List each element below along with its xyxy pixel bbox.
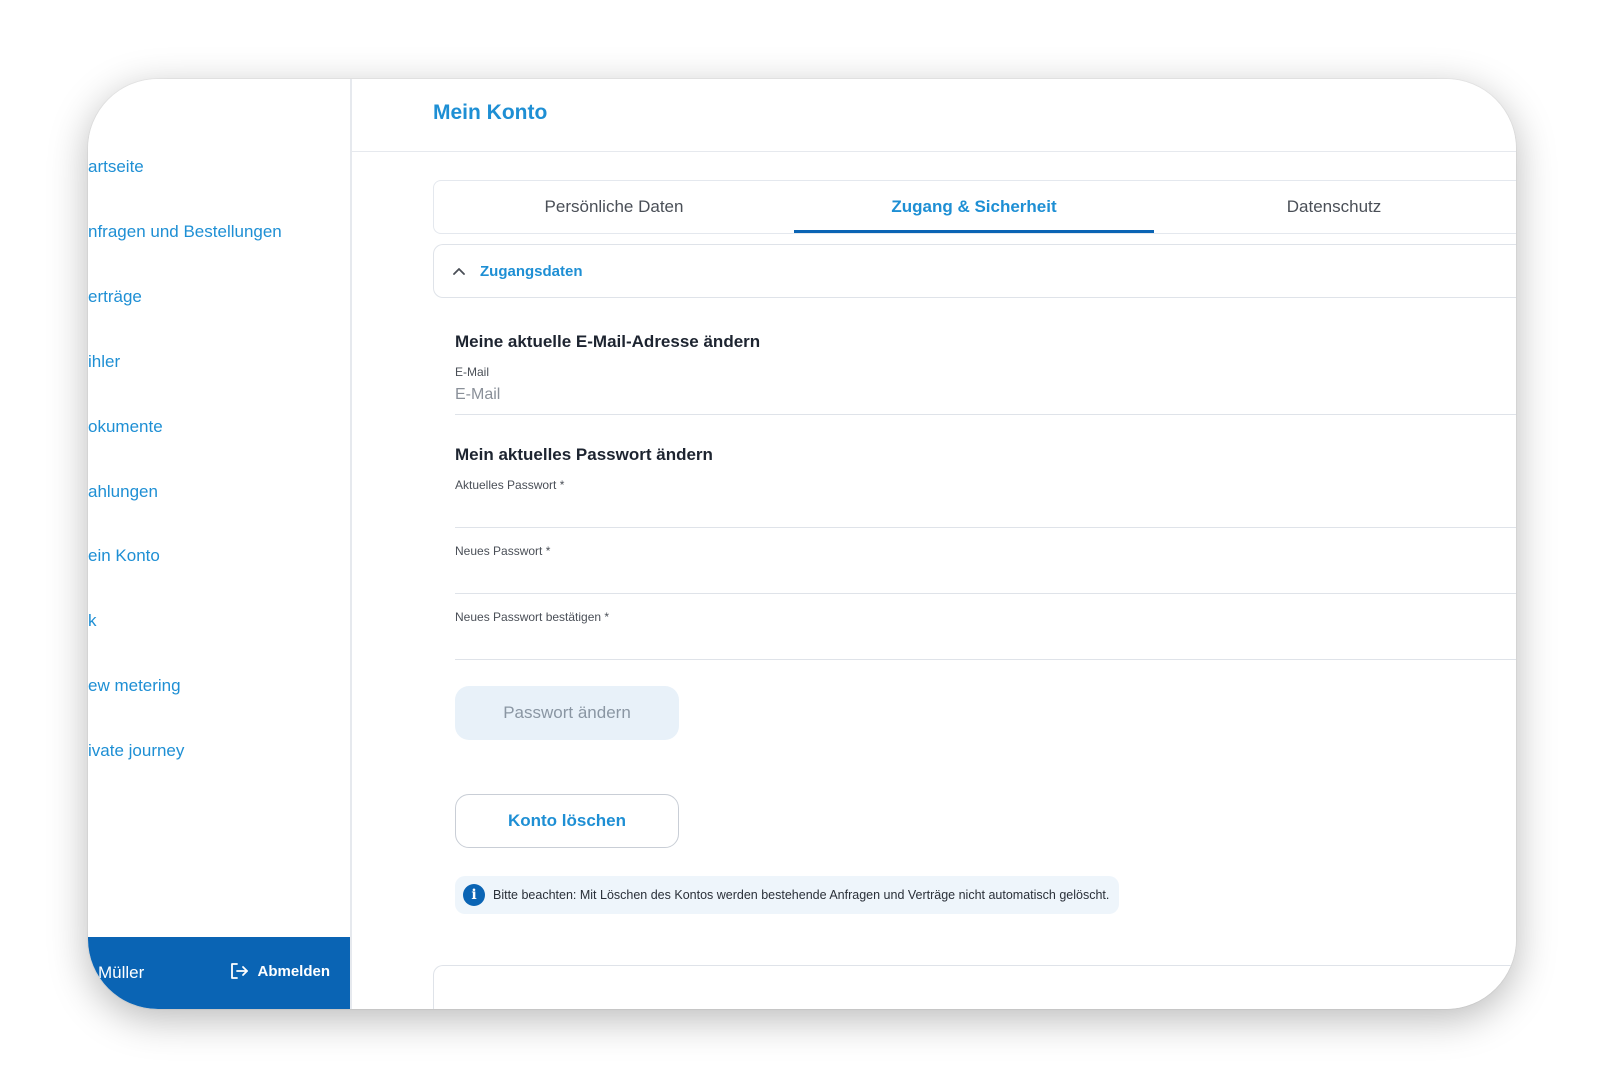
new-password-field: Neues Passwort * xyxy=(455,544,1516,594)
sidebar-item-mein-konto[interactable]: ein Konto xyxy=(88,546,160,566)
email-section-heading: Meine aktuelle E-Mail-Adresse ändern xyxy=(455,332,761,351)
accordion-zugangsdaten[interactable]: Zugangsdaten xyxy=(433,244,1516,298)
app-window: artseite nfragen und Bestellungen erträg… xyxy=(88,79,1516,1009)
current-password-input[interactable] xyxy=(455,500,1495,518)
next-accordion-card xyxy=(433,965,1516,1009)
sidebar-item-zahlungen[interactable]: ahlungen xyxy=(88,482,158,502)
current-password-field: Aktuelles Passwort * xyxy=(455,478,1516,528)
info-note-text: Bitte beachten: Mit Löschen des Kontos w… xyxy=(493,888,1110,902)
email-input[interactable] xyxy=(455,386,1495,404)
sidebar-item-anfragen[interactable]: nfragen und Bestellungen xyxy=(88,222,282,242)
change-password-button[interactable]: Passwort ändern xyxy=(455,686,679,740)
sidebar-item-vertraege[interactable]: erträge xyxy=(88,287,142,307)
email-label: E-Mail xyxy=(455,365,490,379)
sidebar-item-new-metering[interactable]: ew metering xyxy=(88,676,181,696)
page-title: Mein Konto xyxy=(433,101,548,124)
new-password-label: Neues Passwort * xyxy=(455,544,551,558)
sidebar-item-dokumente[interactable]: okumente xyxy=(88,417,163,437)
sidebar-item-startseite[interactable]: artseite xyxy=(88,157,144,177)
sidebar-item-zaehler[interactable]: ihler xyxy=(88,352,120,372)
sidebar-footer: Müller Abmelden xyxy=(88,937,350,1009)
user-name: Müller xyxy=(98,963,145,982)
main-content: Mein Konto Persönliche Daten Zugang & Si… xyxy=(352,79,1516,1009)
logout-icon xyxy=(229,961,249,981)
new-password-input[interactable] xyxy=(455,566,1495,584)
tab-persoenliche-daten[interactable]: Persönliche Daten xyxy=(434,181,794,233)
confirm-password-input[interactable] xyxy=(455,632,1495,650)
tab-datenschutz[interactable]: Datenschutz xyxy=(1154,181,1514,233)
sidebar: artseite nfragen und Bestellungen erträg… xyxy=(88,79,352,1009)
logout-label: Abmelden xyxy=(257,962,330,980)
confirm-password-label: Neues Passwort bestätigen * xyxy=(455,610,610,624)
info-note: i Bitte beachten: Mit Löschen des Kontos… xyxy=(455,876,1120,914)
chevron-up-icon xyxy=(452,264,466,278)
info-icon: i xyxy=(463,884,485,906)
tab-zugang-sicherheit[interactable]: Zugang & Sicherheit xyxy=(794,181,1154,233)
header-divider xyxy=(352,151,1516,152)
accordion-title: Zugangsdaten xyxy=(480,262,583,280)
password-section-heading: Mein aktuelles Passwort ändern xyxy=(455,445,713,464)
confirm-password-field: Neues Passwort bestätigen * xyxy=(455,610,1516,660)
tab-bar: Persönliche Daten Zugang & Sicherheit Da… xyxy=(433,180,1516,234)
sidebar-item-k[interactable]: k xyxy=(88,611,97,631)
current-password-label: Aktuelles Passwort * xyxy=(455,478,565,492)
email-field: E-Mail xyxy=(455,365,1516,415)
delete-account-button[interactable]: Konto löschen xyxy=(455,794,679,848)
screenshot-stage: artseite nfragen und Bestellungen erträg… xyxy=(0,0,1600,1084)
sidebar-item-private-journey[interactable]: ivate journey xyxy=(88,741,184,761)
logout-button[interactable]: Abmelden xyxy=(229,961,330,981)
